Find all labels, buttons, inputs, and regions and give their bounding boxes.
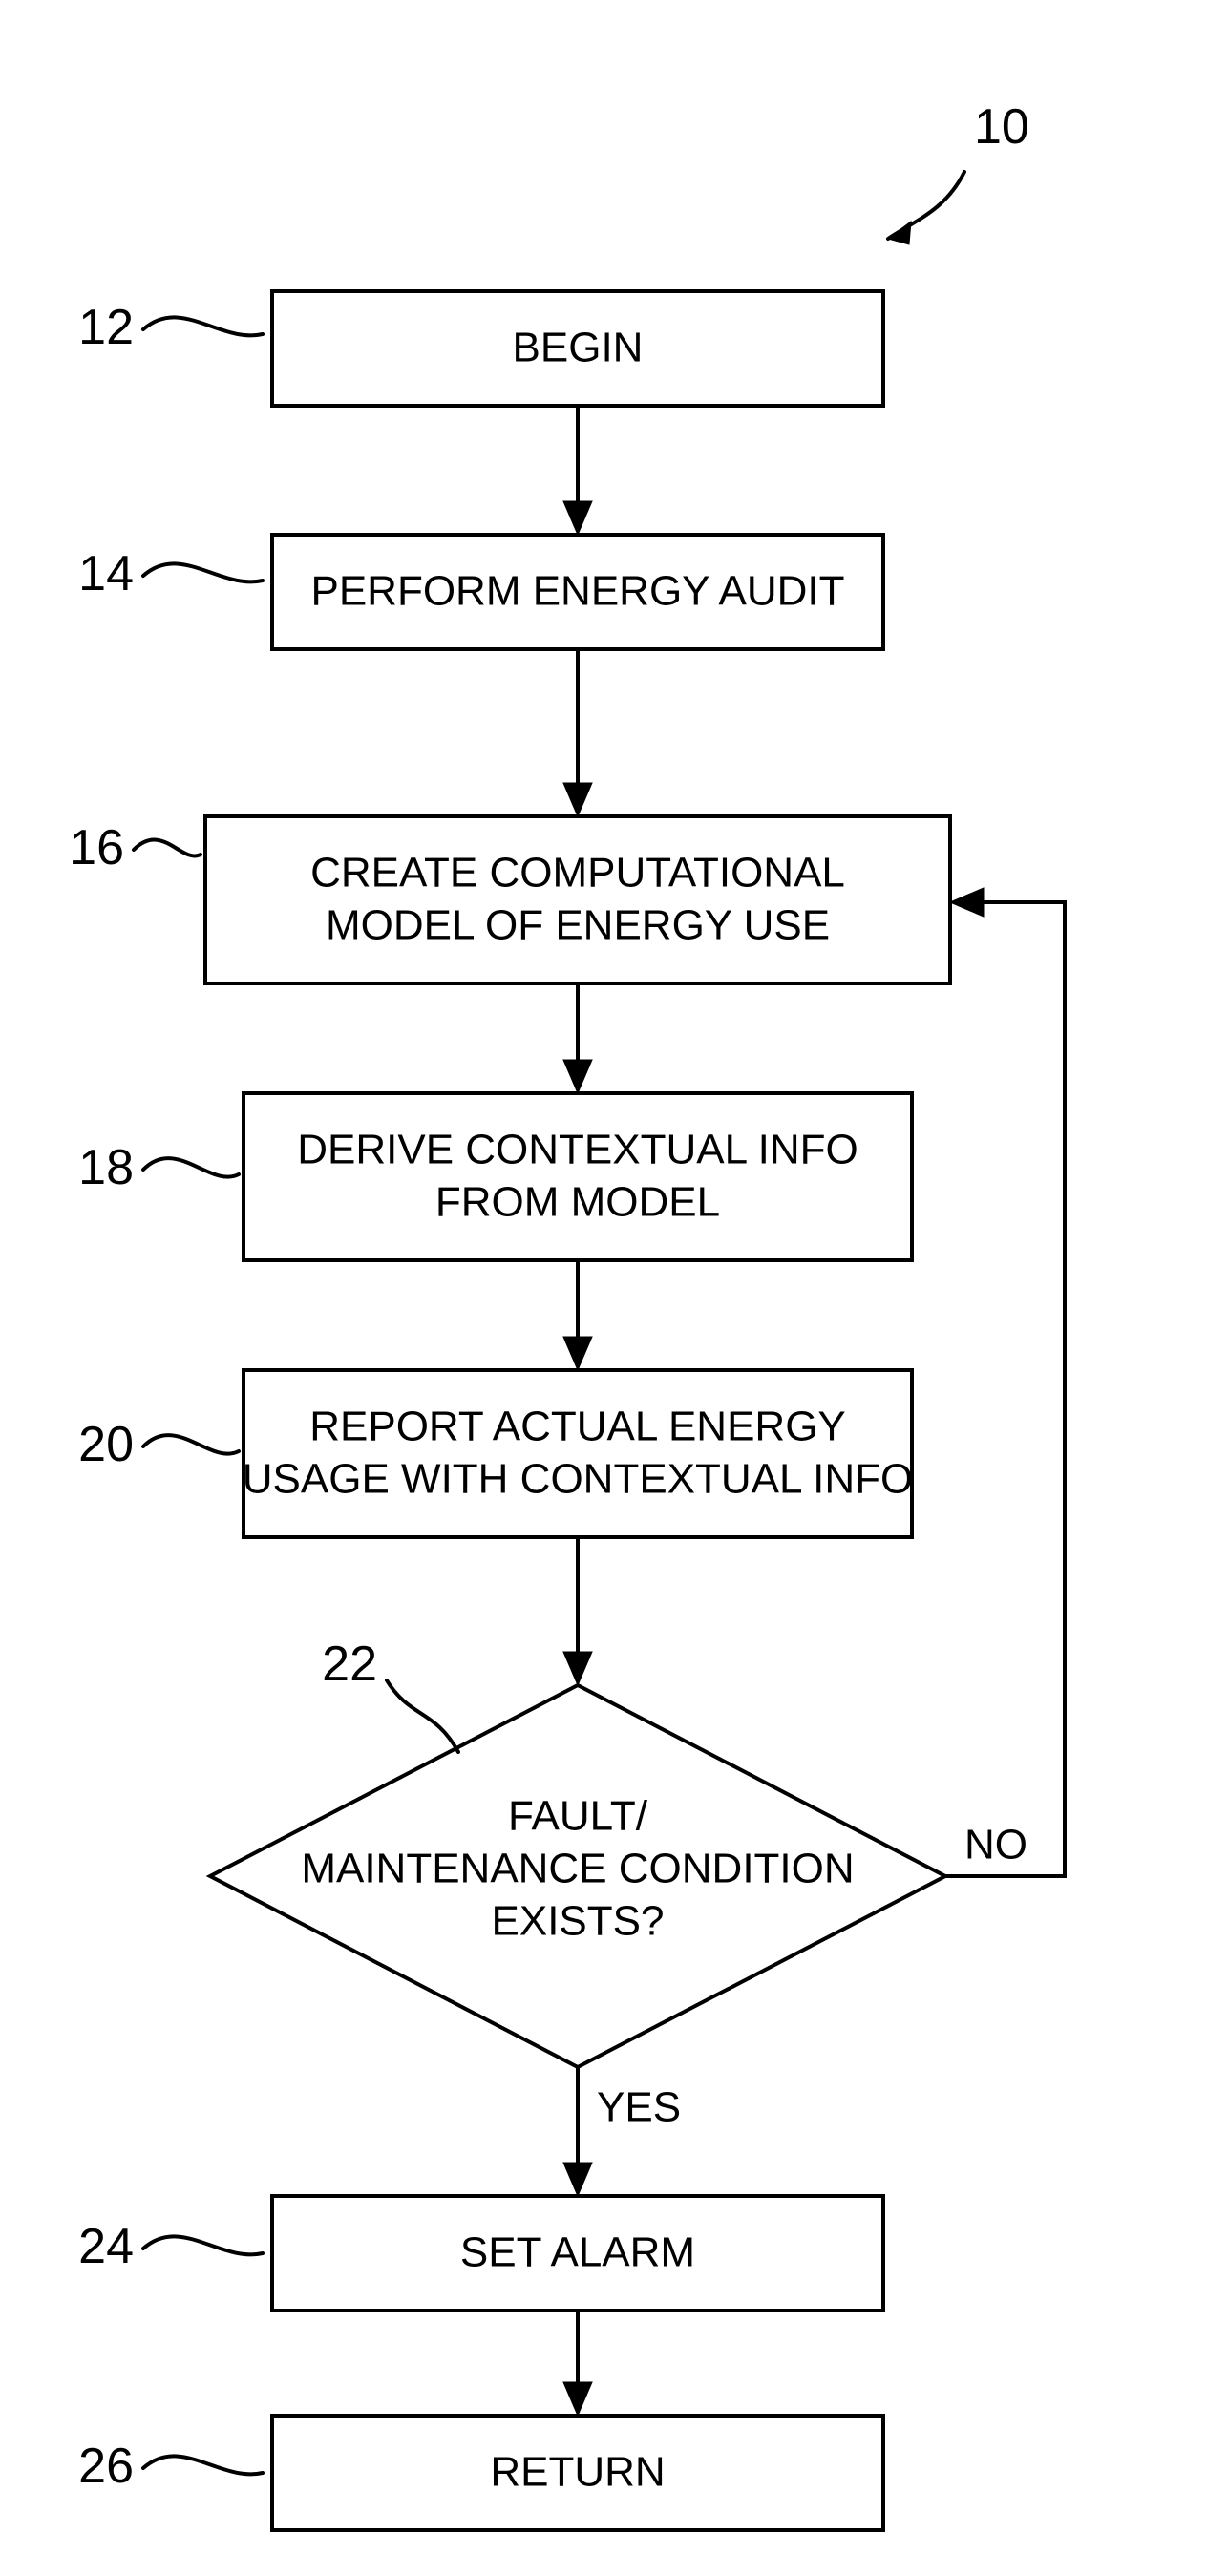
arrowhead-yes	[563, 2163, 592, 2196]
figure-ref-arrow	[888, 172, 964, 239]
leader-26	[143, 2456, 263, 2474]
arrowhead-12-14	[563, 501, 592, 535]
node-report	[244, 1370, 912, 1537]
node-model-line2: MODEL OF ENERGY USE	[326, 902, 830, 949]
node-model	[205, 816, 950, 983]
arrowhead-18-20	[563, 1337, 592, 1370]
ref-14: 14	[78, 546, 134, 602]
ref-22: 22	[322, 1636, 377, 1692]
leader-18	[143, 1158, 239, 1177]
node-report-line1: REPORT ACTUAL ENERGY	[309, 1404, 846, 1450]
label-no: NO	[964, 1822, 1027, 1869]
label-yes: YES	[597, 2084, 681, 2131]
arrowhead-20-22	[563, 1652, 592, 1685]
node-return-label: RETURN	[490, 2449, 665, 2496]
arrowhead-24-26	[563, 2382, 592, 2416]
ref-16: 16	[69, 820, 124, 876]
node-report-line2: USAGE WITH CONTEXTUAL INFO	[243, 1456, 913, 1503]
leader-12	[143, 317, 263, 335]
leader-24	[143, 2236, 263, 2254]
node-model-line1: CREATE COMPUTATIONAL	[310, 850, 845, 897]
ref-12: 12	[78, 300, 134, 355]
leader-20	[143, 1435, 239, 1454]
figure-ref: 10	[974, 99, 1029, 155]
node-alarm-label: SET ALARM	[460, 2229, 695, 2276]
node-decision-line3: EXISTS?	[492, 1898, 665, 1945]
flowchart: 10 BEGIN 12 PERFORM ENERGY AUDIT 14 CREA…	[0, 0, 1207, 2576]
leader-16	[134, 840, 201, 856]
arrowhead-16-18	[563, 1060, 592, 1093]
arrow-no	[945, 902, 1065, 1876]
node-derive-line1: DERIVE CONTEXTUAL INFO	[297, 1127, 858, 1173]
node-decision-line2: MAINTENANCE CONDITION	[301, 1846, 854, 1892]
node-audit-label: PERFORM ENERGY AUDIT	[310, 568, 844, 615]
leader-14	[143, 563, 263, 581]
leader-22	[387, 1680, 458, 1752]
arrowhead-14-16	[563, 783, 592, 816]
arrowhead-no	[950, 888, 984, 917]
ref-26: 26	[78, 2439, 134, 2494]
node-decision-line1: FAULT/	[508, 1793, 648, 1840]
figure-ref-arrowhead	[888, 222, 911, 244]
node-begin-label: BEGIN	[513, 325, 644, 371]
node-derive	[244, 1093, 912, 1260]
ref-18: 18	[78, 1140, 134, 1195]
ref-20: 20	[78, 1417, 134, 1472]
ref-24: 24	[78, 2219, 134, 2274]
node-derive-line2: FROM MODEL	[435, 1179, 720, 1226]
